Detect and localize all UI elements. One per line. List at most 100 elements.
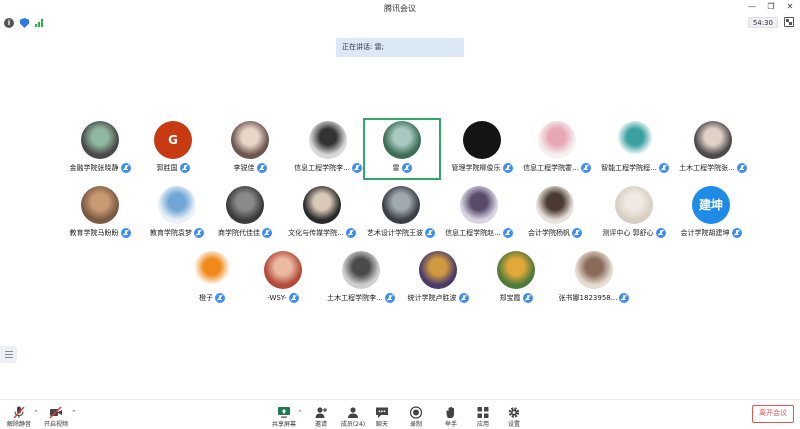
chat-bubble-icon [375, 404, 389, 418]
microphone-muted-icon [120, 163, 131, 173]
unmute-button[interactable]: 解除静音 [2, 404, 36, 428]
participant-tile[interactable]: 土木工程学院张... [673, 121, 753, 181]
participant-name-row: 郭胜国 [157, 163, 190, 173]
participant-name-row: 会计学院杨帆 [528, 228, 582, 238]
participant-tile[interactable]: 信息工程学院霍... [517, 121, 597, 181]
side-panel-toggle[interactable] [0, 346, 17, 363]
participant-tile[interactable]: 管理学院柳俊乐 [442, 121, 522, 181]
participant-name-row: 信息工程学院霍... [523, 163, 591, 173]
participant-name: 橙子 [199, 294, 213, 302]
participant-tile[interactable]: 商学院代佳佳 [205, 186, 285, 246]
minimize-icon[interactable]: — [748, 2, 756, 12]
invite-button[interactable]: 邀请 [304, 404, 338, 428]
avatar-initials: 建坤 [698, 198, 723, 212]
apps-button[interactable]: 应用 [466, 404, 500, 428]
participant-tile[interactable]: 文化与传媒学院... [282, 186, 362, 246]
participant-tile[interactable]: 雷 [363, 118, 441, 180]
participant-avatar [419, 251, 457, 289]
participant-name-row: -WSY- [267, 293, 299, 303]
raise-hand-button[interactable]: 举手 [434, 404, 468, 428]
layout-view-icon[interactable] [784, 17, 794, 27]
participant-name: 智能工程学院程... [601, 164, 657, 172]
participant-name: 土木工程学院张... [679, 164, 735, 172]
participant-name-row: 商学院代佳佳 [218, 228, 272, 238]
participant-tile[interactable]: 艺术设计学院王波 [361, 186, 441, 246]
participant-name-row: 管理学院柳俊乐 [452, 163, 513, 173]
chat-button[interactable]: 聊天 [365, 404, 399, 428]
participant-name: 郭胜国 [156, 164, 178, 172]
participant-tile[interactable]: 会计学院杨帆 [515, 186, 595, 246]
participant-tile[interactable]: 建坤 会计学院胡建坤 [671, 186, 751, 246]
shield-icon[interactable] [20, 18, 29, 28]
microphone-muted-icon [12, 404, 26, 419]
participant-tile[interactable]: 李锐佳 [210, 121, 290, 181]
info-icon[interactable]: i [4, 18, 14, 28]
microphone-muted-icon [731, 228, 742, 238]
microphone-muted-icon [256, 163, 267, 173]
participant-avatar [226, 186, 264, 224]
participant-name: 统计学院卢胜波 [407, 294, 457, 302]
participant-tile[interactable]: 金融学院张晓静 [60, 121, 140, 181]
microphone-muted-icon [120, 228, 131, 238]
participant-tile[interactable]: 信息工程学院李... [288, 121, 368, 181]
participant-name: 教育学院袁梦 [150, 229, 192, 237]
microphone-muted-icon [522, 293, 533, 303]
participant-tile[interactable]: 信息工程学院赵... [439, 186, 519, 246]
video-options-chevron-icon[interactable]: ⌃ [71, 409, 77, 417]
participant-tile[interactable]: 郑宝霞 [476, 251, 556, 311]
raise-hand-label: 举手 [444, 421, 457, 428]
participant-avatar [463, 121, 501, 159]
participant-tile[interactable]: -WSY- [243, 251, 323, 311]
participant-tile[interactable]: 测评中心 郭舒心 [594, 186, 674, 246]
microphone-muted-icon [215, 293, 225, 303]
participant-avatar [309, 121, 347, 159]
participant-name-row: 金融学院张晓静 [70, 163, 131, 173]
start-video-button[interactable]: 开启视频 [39, 404, 73, 428]
members-icon [346, 404, 360, 418]
settings-button[interactable]: 设置 [497, 404, 531, 428]
participant-tile[interactable]: 橙子 [172, 251, 252, 311]
meeting-timer: 54:30 [747, 17, 778, 28]
record-icon [409, 404, 423, 419]
restore-icon[interactable]: ❐ [767, 2, 775, 12]
gear-icon [507, 404, 521, 418]
record-button[interactable]: 录制 [399, 404, 433, 428]
participant-name-row: 会计学院胡建坤 [681, 228, 742, 238]
microphone-muted-icon [580, 163, 591, 173]
participant-avatar [81, 121, 119, 159]
microphone-muted-icon [502, 163, 513, 173]
participant-tile[interactable]: 教育学院马盼盼 [60, 186, 140, 246]
participant-name: 会计学院杨帆 [528, 229, 570, 237]
leave-meeting-button[interactable]: 离开会议 [752, 405, 794, 423]
microphone-muted-icon [345, 228, 356, 238]
bottom-toolbar: 解除静音 ⌃ 开启视频 ⌃ 共享屏幕 ⌃ 邀请 成员(24) 聊天 录制 举手 … [0, 399, 800, 429]
close-icon[interactable]: ✕ [786, 2, 794, 12]
participant-name-row: 教育学院马盼盼 [70, 228, 131, 238]
participant-avatar: 建坤 [692, 186, 730, 224]
participant-tile[interactable]: G 郭胜国 [133, 121, 213, 181]
share-screen-button[interactable]: 共享屏幕 [267, 404, 301, 428]
share-options-chevron-icon[interactable]: ⌃ [297, 409, 303, 417]
meeting-window: 腾讯会议 — ❐ ✕ i 54:30 正在讲话: 雷; 金融学院张晓静 G 郭胜国 李… [0, 0, 800, 429]
microphone-muted-icon [288, 293, 299, 303]
invite-user-icon [314, 404, 328, 418]
apps-grid-icon [476, 404, 490, 418]
microphone-muted-icon [655, 228, 666, 238]
participant-tile[interactable]: 土木工程学院李... [321, 251, 401, 311]
audio-options-chevron-icon[interactable]: ⌃ [33, 409, 39, 417]
participant-tile[interactable]: 统计学院卢胜波 [398, 251, 478, 311]
hand-icon [444, 404, 458, 418]
participant-tile[interactable]: 张书娜1823958... [554, 251, 634, 311]
participant-name: 信息工程学院李... [294, 164, 350, 172]
participant-name-row: 统计学院卢胜波 [408, 293, 469, 303]
participant-avatar [382, 186, 420, 224]
participant-avatar [383, 121, 421, 159]
participant-name-row: 测评中心 郭舒心 [602, 228, 666, 238]
participant-tile[interactable]: 智能工程学院程... [595, 121, 675, 181]
settings-label: 设置 [507, 421, 520, 428]
microphone-muted-icon [384, 293, 395, 303]
microphone-muted-icon [351, 163, 362, 173]
signal-icon[interactable] [35, 19, 43, 27]
unmute-label: 解除静音 [6, 421, 31, 428]
microphone-muted-icon [502, 228, 513, 238]
